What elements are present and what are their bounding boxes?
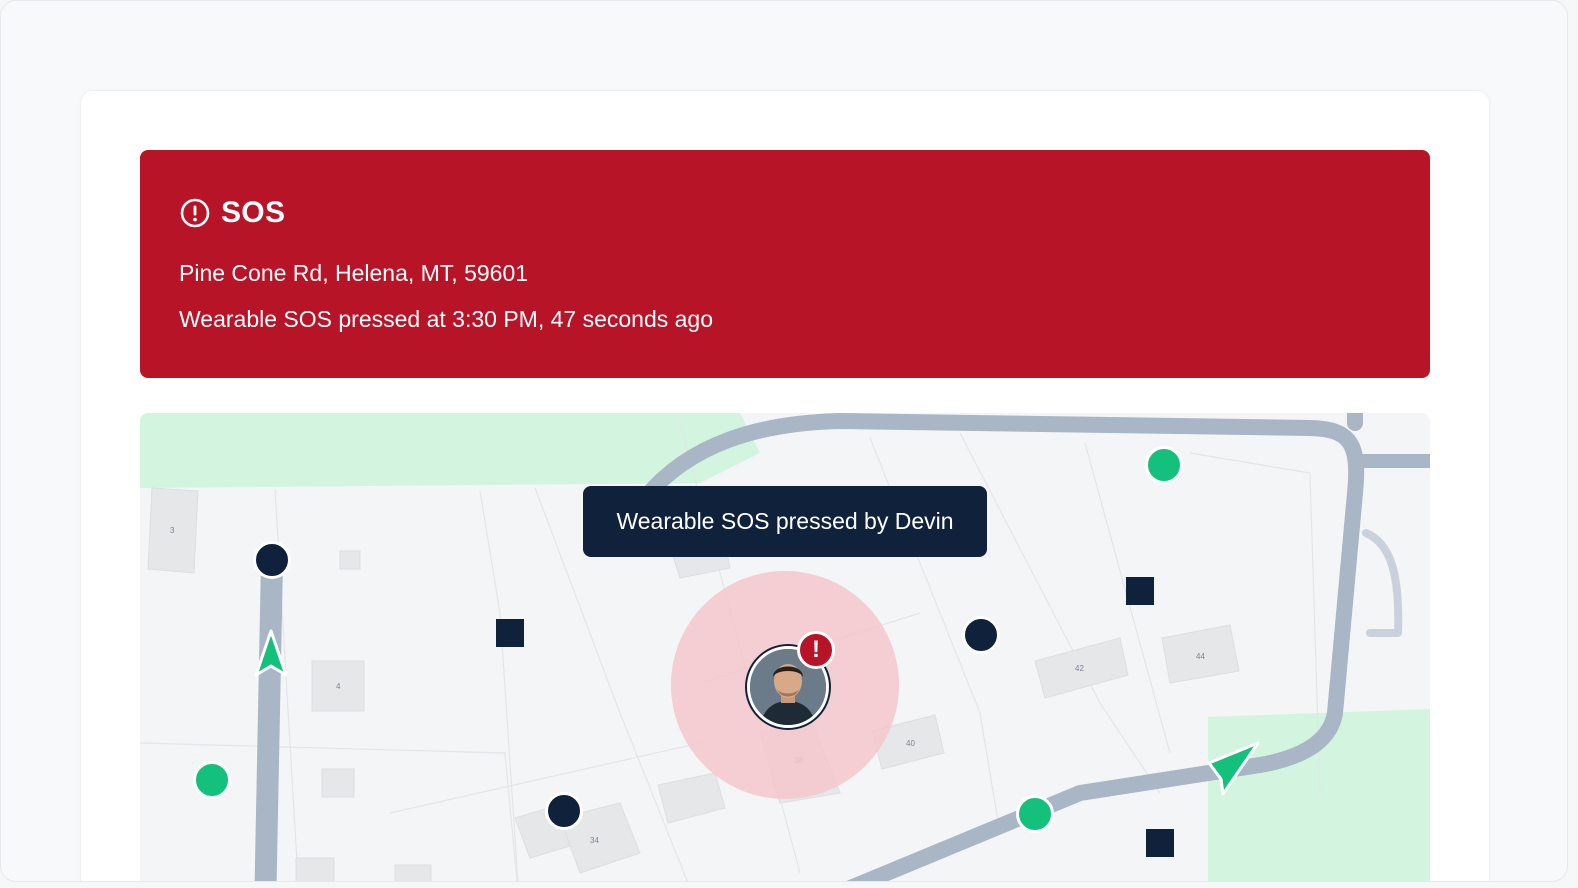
map-marker-square[interactable] [1126,577,1154,605]
lot-number: 42 [1075,664,1084,673]
map-marker-dark[interactable] [962,616,1000,654]
lot-number: 3 [170,526,175,535]
map-marker-green[interactable] [193,761,231,799]
sos-tooltip: Wearable SOS pressed by Devin [583,486,987,557]
road [1362,529,1403,637]
alert-card: SOS Pine Cone Rd, Helena, MT, 59601 Wear… [81,91,1489,881]
app-frame: SOS Pine Cone Rd, Helena, MT, 59601 Wear… [0,0,1568,882]
map-marker-square[interactable] [496,619,524,647]
map-marker-square[interactable] [1146,829,1174,857]
lot-number: 44 [1196,652,1205,661]
incident-map[interactable]: 3 4 34 38 40 42 44 [140,413,1430,881]
alert-title-row: SOS [179,196,285,230]
sos-alert-banner: SOS Pine Cone Rd, Helena, MT, 59601 Wear… [140,150,1430,378]
map-marker-green[interactable] [1016,795,1054,833]
sos-badge: ! [797,631,835,669]
lot-number: 4 [336,682,341,691]
map-marker-dark[interactable] [253,541,291,579]
exclamation-circle-icon [179,197,211,229]
map-marker-dark[interactable] [545,792,583,830]
map-marker-green[interactable] [1145,446,1183,484]
alert-address: Pine Cone Rd, Helena, MT, 59601 [179,260,529,286]
alert-title: SOS [221,196,286,229]
alert-detail: Wearable SOS pressed at 3:30 PM, 47 seco… [179,306,713,332]
lot-number: 40 [906,739,915,748]
road [254,550,283,881]
lot-number: 34 [590,836,599,845]
